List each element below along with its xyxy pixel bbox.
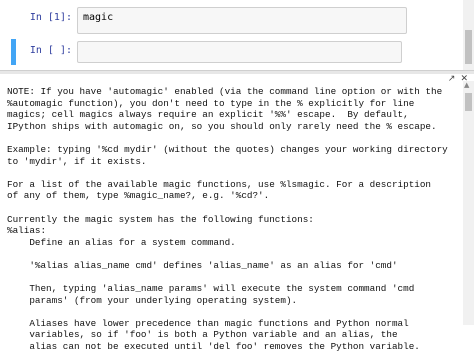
code-cell-2[interactable]: In [ ]: — [11, 39, 402, 65]
notebook-scrollbar-thumb[interactable] — [465, 30, 472, 64]
pager-scrollbar-thumb[interactable] — [465, 93, 472, 111]
pager-scrollbar[interactable]: ▲ — [463, 81, 474, 325]
help-text-line: Then, typing 'alias_name params' will ex… — [7, 283, 415, 295]
scroll-up-arrow-icon[interactable]: ▲ — [464, 81, 469, 89]
cell-prompt: In [1]: — [29, 12, 72, 23]
help-text-line: magics; cell magics always require an ex… — [7, 109, 409, 121]
help-text: NOTE: If you have 'automagic' enabled (v… — [7, 86, 457, 353]
help-text-line: IPython ships with automagic on, so you … — [7, 120, 437, 132]
help-text-line: alias can not be executed until 'del foo… — [7, 341, 420, 353]
cell-prompt: In [ ]: — [29, 45, 72, 56]
code-cell-1[interactable]: In [1]: magic — [11, 6, 407, 35]
help-text-line: '%alias alias_name cmd' defines 'alias_n… — [7, 259, 398, 271]
help-text-line: %automagic function), you don't need to … — [7, 97, 415, 109]
help-text-line: variables, so if 'foo' is both a Python … — [7, 329, 398, 341]
help-text-line: of any of them, type %magic_name?, e.g. … — [7, 190, 270, 202]
notebook-sheet: In [1]: magic In [ ]: — [0, 0, 463, 70]
help-text-line: For a list of the available magic functi… — [7, 178, 432, 190]
cell-input[interactable] — [77, 41, 402, 63]
help-text-line: Currently the magic system has the follo… — [7, 213, 314, 225]
help-text-line: Define an alias for a system command. — [7, 236, 236, 248]
pager-resize-handle[interactable] — [0, 71, 474, 74]
help-text-line: Aliases have lower precedence than magic… — [7, 317, 409, 329]
help-text-line: params' (from your underlying operating … — [7, 294, 298, 306]
help-text-line: to 'mydir', if it exists. — [7, 155, 147, 167]
help-text-line: %alias: — [7, 225, 47, 237]
expand-icon[interactable]: ↗ — [448, 74, 456, 84]
cell-input[interactable]: magic — [77, 7, 407, 34]
pager-panel: ↗ ✕ NOTE: If you have 'automagic' enable… — [0, 70, 474, 352]
help-text-line: Example: typing '%cd mydir' (without the… — [7, 143, 448, 155]
help-text-line: NOTE: If you have 'automagic' enabled (v… — [7, 86, 443, 97]
notebook-area: In [1]: magic In [ ]: — [0, 0, 474, 70]
